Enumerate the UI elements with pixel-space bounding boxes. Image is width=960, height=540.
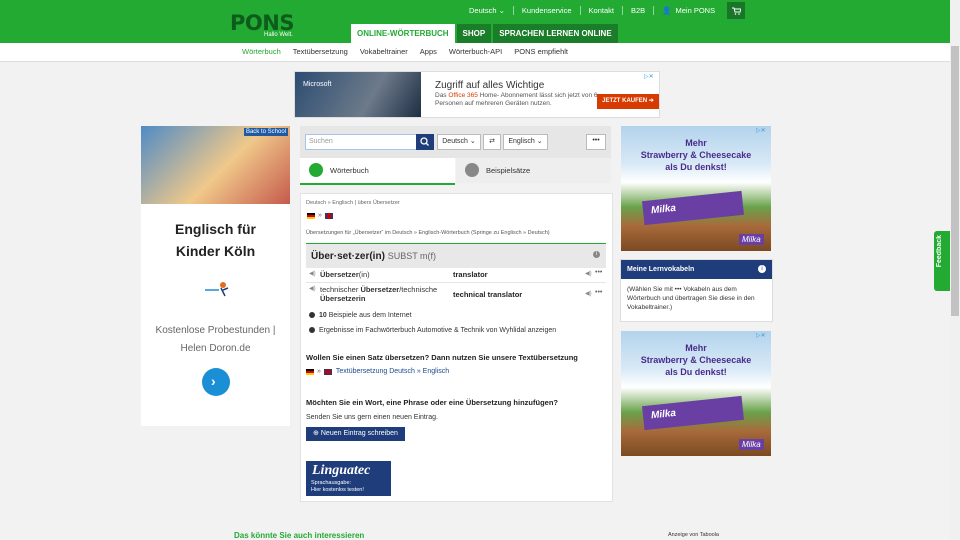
mein-pons-link[interactable]: 👤 Mein PONS xyxy=(654,6,723,15)
ad-subtext: Kostenlose Probestunden | Helen Doron.de xyxy=(155,325,276,354)
scrollbar-thumb[interactable] xyxy=(951,46,959,316)
adchoices-icon[interactable]: ▷✕ xyxy=(756,332,770,340)
headword: Über·set·zer(in) SUBST m(f) xyxy=(311,251,437,262)
adchoices-icon[interactable]: ▷✕ xyxy=(756,127,770,135)
examples-link[interactable]: 10 Beispiele aus dem Internet xyxy=(309,312,412,319)
adchoices-icon[interactable]: ▷✕ xyxy=(644,73,658,81)
tab-beispielsaetze[interactable]: Beispielsätze xyxy=(456,158,611,183)
search-input[interactable]: Suchen xyxy=(305,134,418,150)
tab-woerterbuch[interactable]: Wörterbuch xyxy=(300,158,455,185)
sub-navigation: Wörterbuch Textübersetzung Vokabeltraine… xyxy=(0,43,950,62)
tab-sprachen-lernen[interactable]: SPRACHEN LERNEN ONLINE xyxy=(493,24,618,43)
source-language-select[interactable]: Deutsch ⌄ xyxy=(437,134,481,150)
kontakt-link[interactable]: Kontakt xyxy=(581,6,623,15)
flag-gb-icon xyxy=(324,212,333,219)
row-more-button[interactable]: ••• xyxy=(595,289,602,296)
language-direction: » xyxy=(307,212,333,219)
cart-icon xyxy=(731,7,741,15)
divider xyxy=(306,282,606,283)
helen-doron-logo xyxy=(203,278,231,302)
subnav-apps[interactable]: Apps xyxy=(420,47,437,56)
send-entry-text: Senden Sie uns gern einen neuen Eintrag. xyxy=(306,414,438,421)
office-ad-description: Das Office 365 Home- Abonnement lässt si… xyxy=(435,92,598,108)
chevron-right-icon: › xyxy=(211,373,216,389)
speaker-icon[interactable]: ◀) xyxy=(309,285,316,292)
speaker-icon[interactable]: ◀) xyxy=(585,270,592,277)
subnav-textuebersetzung[interactable]: Textübersetzung xyxy=(293,47,348,56)
b2b-link[interactable]: B2B xyxy=(623,6,655,15)
target-language-select[interactable]: Englisch ⌄ xyxy=(503,134,548,150)
speaker-icon[interactable]: ◀) xyxy=(585,290,592,297)
milka-logo: Milka xyxy=(739,439,764,450)
kundenservice-link[interactable]: Kundenservice xyxy=(514,6,581,15)
chocolate-bar: Milka xyxy=(642,190,744,226)
info-icon[interactable]: i xyxy=(758,265,766,273)
office-ad-cta-button[interactable]: JETZT KAUFEN ➔ xyxy=(597,94,659,109)
kids-photo xyxy=(141,126,290,204)
flag-de-icon xyxy=(307,212,315,219)
lernvokabeln-text: (Wählen Sie mit ••• Vokabeln aus dem Wör… xyxy=(627,286,755,312)
taboola-label[interactable]: Anzeige von Taboola xyxy=(668,532,719,538)
user-icon: 👤 xyxy=(662,6,672,15)
text-translation-link[interactable]: » Textübersetzung Deutsch » Englisch xyxy=(306,368,449,375)
office-ad-banner[interactable]: Microsoft Zugriff auf alles Wichtige Das… xyxy=(294,71,660,118)
more-options-button[interactable]: ••• xyxy=(586,134,606,150)
language-select[interactable]: Deutsch ⌄ xyxy=(461,6,514,15)
speaker-icon[interactable]: ◀) xyxy=(309,270,316,277)
subnav-woerterbuch[interactable]: Wörterbuch xyxy=(242,47,281,56)
swap-icon: ⇄ xyxy=(489,138,495,145)
dictionary-icon xyxy=(309,163,323,177)
cart-button[interactable] xyxy=(727,2,746,19)
search-button[interactable] xyxy=(416,134,434,150)
scrollbar[interactable] xyxy=(950,0,960,540)
milka-ad[interactable]: Mehr Strawberry & Cheesecake als Du denk… xyxy=(621,331,771,456)
tab-online-woerterbuch[interactable]: ONLINE-WÖRTERBUCH xyxy=(351,24,455,43)
chevron-right-icon xyxy=(309,327,315,333)
ad-go-button[interactable]: › xyxy=(202,368,230,396)
office-ad-title: Zugriff auf alles Wichtige xyxy=(435,80,545,91)
chocolate-bar: Milka xyxy=(642,395,744,431)
flag-gb-icon xyxy=(323,368,332,375)
feedback-tab[interactable]: Feedback xyxy=(934,231,950,291)
entry-header: Über·set·zer(in) SUBST m(f) i xyxy=(306,243,606,268)
translation-info: Übersetzungen für „Übersetzer“ im Deutsc… xyxy=(306,230,550,236)
plus-icon: ⊕ xyxy=(313,430,319,437)
recommendations-title: Das könnte Sie auch interessieren xyxy=(234,531,365,540)
main-tabs: ONLINE-WÖRTERBUCH SHOP SPRACHEN LERNEN O… xyxy=(351,24,620,43)
subnav-woerterbuch-api[interactable]: Wörterbuch-API xyxy=(449,47,502,56)
mode-tabs: Wörterbuch Beispielsätze xyxy=(300,158,611,185)
top-bar: PONS Hallo Welt. ONLINE-WÖRTERBUCH SHOP … xyxy=(0,0,950,43)
subnav-vokabeltrainer[interactable]: Vokabeltrainer xyxy=(360,47,408,56)
chevron-right-icon xyxy=(309,312,315,318)
swap-languages-button[interactable]: ⇄ xyxy=(483,134,501,150)
helen-doron-ad[interactable]: Back to School Englisch für Kinder Köln K… xyxy=(141,126,290,426)
milka-logo: Milka xyxy=(739,234,764,245)
subnav-pons-empfiehlt[interactable]: PONS empfiehlt xyxy=(514,47,568,56)
info-icon[interactable]: i xyxy=(593,251,600,258)
specialist-dictionary-link[interactable]: Ergebnisse im Fachwörterbuch Automotive … xyxy=(309,327,556,334)
results-panel: Deutsch » Englisch | übers Übersetzer » … xyxy=(300,193,613,502)
milka-ad[interactable]: Mehr Strawberry & Cheesecake als Du denk… xyxy=(621,126,771,251)
examples-icon xyxy=(465,163,479,177)
search-icon xyxy=(420,137,429,146)
lernvokabeln-header: Meine Lernvokabeln i xyxy=(621,260,772,279)
office-ad-image xyxy=(295,72,421,117)
top-links: Deutsch ⌄ Kundenservice Kontakt B2B 👤 Mei… xyxy=(461,2,746,19)
new-entry-button[interactable]: ⊕ Neuen Eintrag schreiben xyxy=(306,427,405,441)
tab-shop[interactable]: SHOP xyxy=(456,24,492,43)
search-panel: Suchen Deutsch ⌄ ⇄ Englisch ⌄ ••• xyxy=(300,126,611,158)
tagline: Hallo Welt. xyxy=(264,32,293,38)
linguatec-ad[interactable]: Linguatec Sprachausgabe: Hier kostenlos t… xyxy=(306,461,391,496)
flag-de-icon xyxy=(306,368,314,375)
ad-headline: Englisch für Kinder Köln xyxy=(175,221,256,260)
microsoft-logo: Microsoft xyxy=(303,81,332,88)
breadcrumb: Deutsch » Englisch | übers Übersetzer xyxy=(306,200,400,206)
add-entry-question: Möchten Sie ein Wort, eine Phrase oder e… xyxy=(306,398,558,407)
row-more-button[interactable]: ••• xyxy=(595,269,602,276)
sentence-question: Wollen Sie einen Satz übersetzen? Dann n… xyxy=(306,353,578,362)
back-to-school-badge: Back to School xyxy=(243,128,288,136)
lernvokabeln-box: Meine Lernvokabeln i (Wählen Sie mit •••… xyxy=(620,259,773,322)
